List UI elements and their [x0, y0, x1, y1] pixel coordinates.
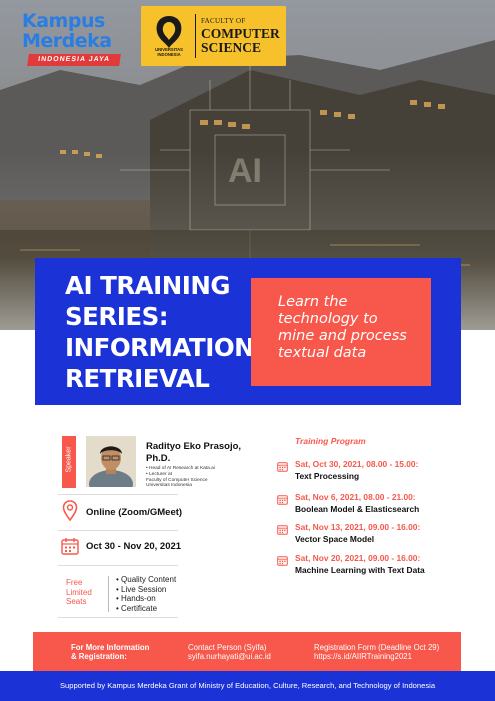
divider	[58, 565, 178, 566]
registration-link[interactable]: https://s.id/AIIRTraining2021	[314, 652, 439, 661]
speaker-name: Radityo Eko Prasojo, Ph.D.	[146, 441, 276, 465]
registration-form: Registration Form (Deadline Oct 29) http…	[314, 643, 439, 661]
seats-label-line: Seats	[66, 597, 87, 606]
speaker-photo	[86, 436, 136, 487]
speaker-bio: • Head of AI Research at Kata.ai • Lectu…	[146, 466, 266, 489]
seats-separator	[108, 576, 109, 612]
training-program-title: Training Program	[295, 436, 366, 446]
calendar-icon	[277, 462, 288, 472]
tagline-line: Learn the	[278, 294, 348, 310]
title-line: INFORMATION	[65, 333, 255, 362]
logo-line-merdeka: Merdeka	[22, 30, 112, 52]
title-line: AI TRAINING	[65, 271, 231, 300]
program-topic: Text Processing	[295, 471, 360, 481]
contact-person: Contact Person (Syifa) syifa.nurhayati@u…	[188, 643, 271, 661]
program-date: Sat, Nov 6, 2021, 08.00 - 21.00:	[295, 492, 416, 502]
divider	[58, 530, 178, 531]
tagline: Learn the technology to mine and process…	[278, 294, 428, 362]
event-title: AI TRAINING SERIES: INFORMATION RETRIEVA…	[65, 270, 265, 394]
title-line: RETRIEVAL	[65, 364, 210, 393]
speaker-portrait-icon	[86, 436, 136, 487]
contact-label: Contact Person (Syifa)	[188, 643, 267, 652]
program-topic: Boolean Model & Elasticsearch	[295, 504, 420, 514]
speaker-tab-label: Speaker	[65, 446, 73, 473]
contact-email-link[interactable]: syifa.nurhayati@ui.ac.id	[188, 652, 271, 661]
logo-ribbon: INDONESIA JAYA	[27, 54, 121, 66]
seats-label-line: Free	[66, 578, 83, 587]
speaker-name-line2: Ph.D.	[146, 453, 171, 464]
benefit-item: • Certificate	[116, 603, 158, 613]
title-line: SERIES:	[65, 302, 169, 331]
faculty-name-line2: SCIENCE	[201, 40, 262, 55]
program-date: Sat, Nov 20, 2021, 09.00 - 16.00:	[295, 553, 421, 563]
more-info-label: For More Information & Registration:	[71, 643, 149, 661]
faculty-name-line1: COMPUTER	[201, 26, 280, 41]
divider	[58, 494, 178, 495]
tagline-box: Learn the technology to mine and process…	[251, 278, 431, 386]
logo-separator	[195, 14, 196, 58]
tagline-line: mine and process	[278, 328, 407, 344]
kampus-merdeka-logo: Kampus Merdeka INDONESIA JAYA	[22, 10, 127, 66]
tagline-line: technology to	[278, 311, 378, 327]
faculty-university-name: UNIVERSITAS INDONESIA	[151, 47, 187, 57]
program-topic: Machine Learning with Text Data	[295, 565, 425, 575]
faculty-name: COMPUTER SCIENCE	[201, 27, 280, 55]
seats-label-line: Limited	[66, 587, 92, 597]
support-bar: Supported by Kampus Merdeka Grant of Min…	[0, 671, 495, 701]
tagline-line: textual data	[278, 345, 367, 361]
date-range-text: Oct 30 - Nov 20, 2021	[86, 541, 182, 552]
title-banner: AI TRAINING SERIES: INFORMATION RETRIEVA…	[35, 258, 461, 405]
registration-label: Registration Form (Deadline Oct 29)	[314, 643, 440, 652]
calendar-icon	[277, 556, 288, 566]
registration-info-bar: For More Information & Registration: Con…	[33, 632, 461, 671]
bio-line: Universitas Indonesia	[146, 483, 192, 489]
faculty-of-label: FACULTY OF	[201, 17, 246, 25]
speaker-name-line1: Radityo Eko Prasojo,	[146, 441, 242, 452]
benefit-item: • Live Session	[116, 584, 167, 594]
calendar-icon	[277, 495, 288, 505]
benefit-item: • Hands-on	[116, 594, 156, 604]
program-topic: Vector Space Model	[295, 534, 375, 544]
location-text: Online (Zoom/GMeet)	[86, 507, 183, 518]
logo-line-kampus: Kampus	[22, 10, 105, 32]
more-info-line1: For More Information	[71, 643, 150, 652]
faculty-logo: UNIVERSITAS INDONESIA FACULTY OF COMPUTE…	[141, 6, 286, 66]
speaker-tab: Speaker	[62, 436, 76, 488]
program-date: Sat, Nov 13, 2021, 09.00 - 16.00:	[295, 522, 421, 532]
university-line2: INDONESIA	[157, 52, 181, 57]
free-seats-label: Free Limited Seats	[66, 578, 106, 607]
calendar-icon	[61, 538, 79, 555]
more-info-line2: & Registration:	[71, 652, 127, 661]
location-pin-icon	[62, 500, 78, 522]
divider	[58, 617, 178, 618]
calendar-icon	[277, 525, 288, 535]
benefit-item: • Quality Content	[116, 575, 177, 584]
program-date: Sat, Oct 30, 2021, 08.00 - 15.00:	[295, 459, 419, 469]
benefits-list: • Quality Content • Live Session • Hands…	[116, 575, 176, 613]
